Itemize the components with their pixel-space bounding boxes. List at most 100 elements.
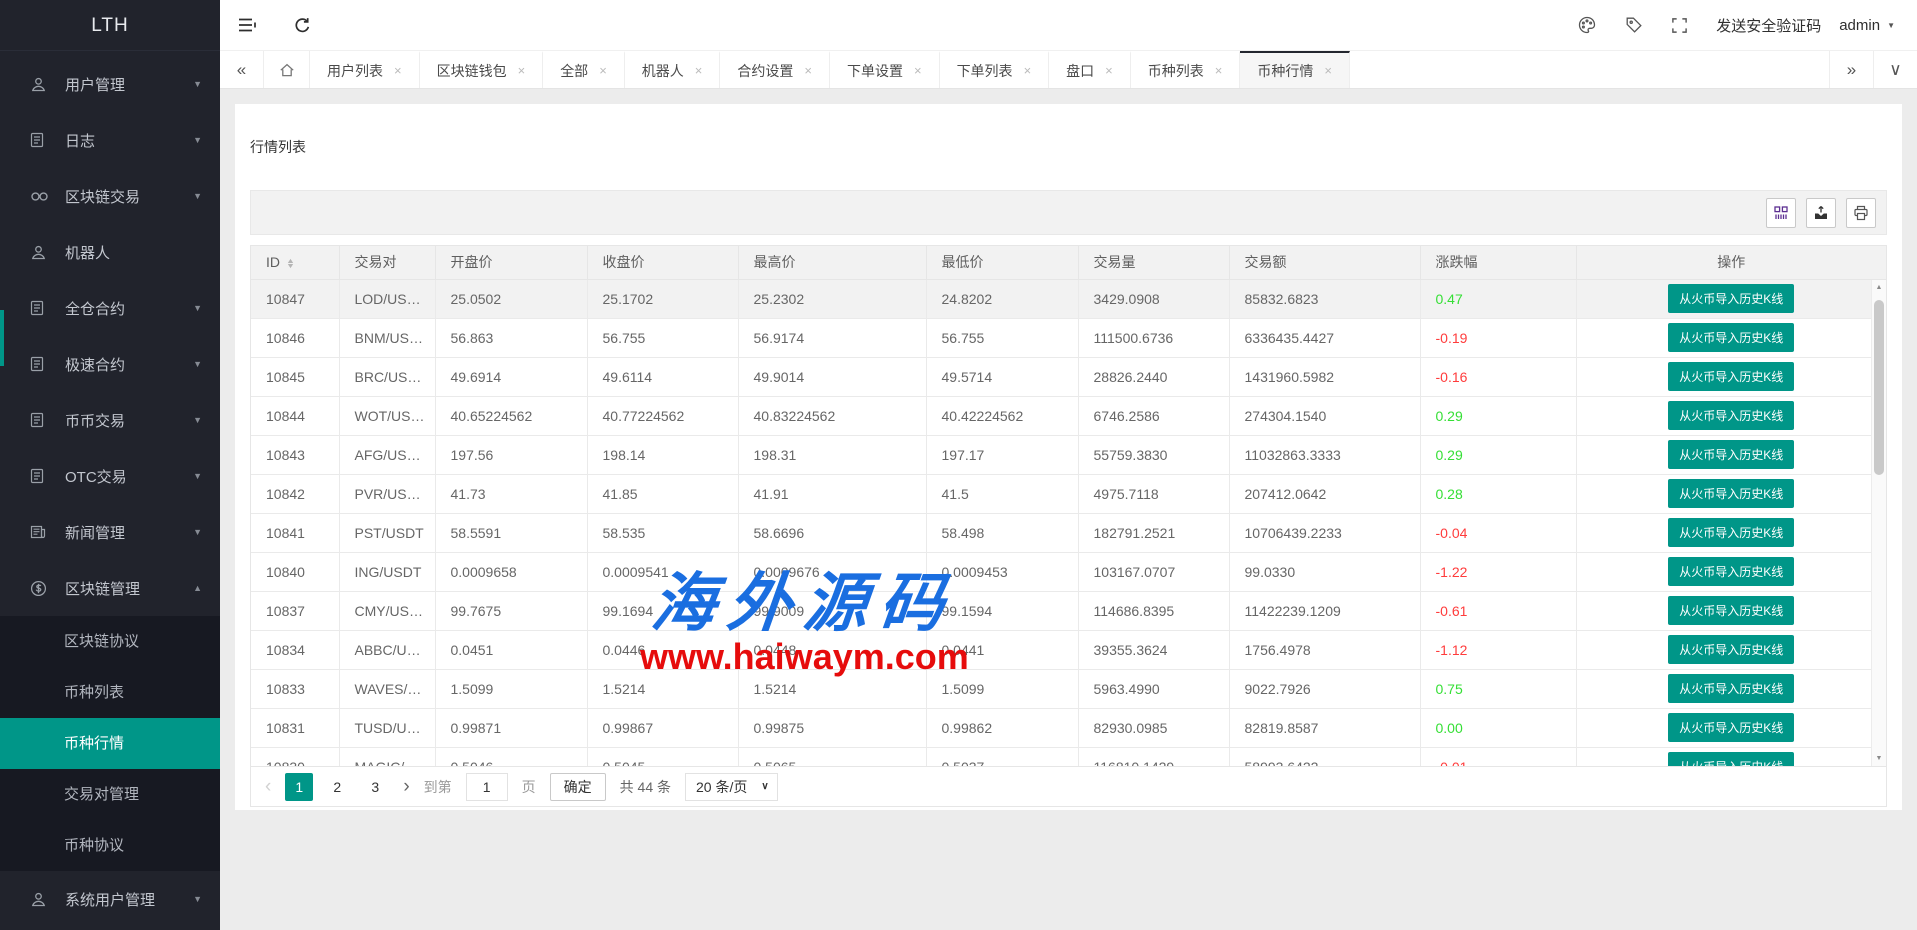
tab-4[interactable]: 合约设置× — [720, 51, 830, 88]
tab-options-icon[interactable]: ∨ — [1873, 51, 1917, 88]
cell-volume: 114686.8395 — [1078, 591, 1229, 630]
scrollbar-thumb[interactable] — [1874, 300, 1884, 475]
import-kline-button[interactable]: 从火币导入历史K线 — [1668, 284, 1794, 313]
refresh-icon[interactable] — [276, 0, 329, 50]
sidebar-item-7[interactable]: OTC交易▼ — [0, 448, 220, 504]
confirm-page-button[interactable]: 确定 — [550, 773, 606, 801]
close-icon[interactable]: × — [394, 63, 402, 78]
import-kline-button[interactable]: 从火币导入历史K线 — [1668, 752, 1794, 766]
sidebar-subitem-9-2[interactable]: 币种行情 — [0, 718, 220, 769]
cell-id: 10847 — [251, 279, 339, 318]
cell-open: 58.5591 — [435, 513, 587, 552]
import-kline-button[interactable]: 从火币导入历史K线 — [1668, 596, 1794, 625]
sidebar-item-4[interactable]: 全仓合约▼ — [0, 280, 220, 336]
import-kline-button[interactable]: 从火币导入历史K线 — [1668, 557, 1794, 586]
per-page-select[interactable]: 20 条/页 ∨ — [685, 773, 778, 801]
chevron-down-icon: ▼ — [193, 79, 202, 89]
tag-icon[interactable] — [1611, 16, 1657, 34]
user-menu[interactable]: admin ▼ — [1839, 17, 1895, 34]
close-icon[interactable]: × — [1324, 63, 1332, 78]
import-kline-button[interactable]: 从火币导入历史K线 — [1668, 635, 1794, 664]
menu-toggle-icon[interactable] — [220, 0, 276, 50]
scroll-tabs-right-icon[interactable]: » — [1829, 51, 1873, 88]
cell-amount: 10706439.2233 — [1229, 513, 1420, 552]
cell-close: 198.14 — [587, 435, 738, 474]
sidebar-item-1[interactable]: 日志▼ — [0, 112, 220, 168]
sidebar-subitem-9-3[interactable]: 交易对管理 — [0, 769, 220, 820]
sidebar-item-8[interactable]: 新闻管理▼ — [0, 504, 220, 560]
table-header-row: ID▲▼交易对开盘价收盘价最高价最低价交易量交易额涨跌幅操作 — [251, 246, 1886, 279]
cell-amount: 11032863.3333 — [1229, 435, 1420, 474]
file-icon — [30, 300, 52, 316]
import-kline-button[interactable]: 从火币导入历史K线 — [1668, 713, 1794, 742]
cell-action: 从火币导入历史K线 — [1576, 357, 1886, 396]
tab-2[interactable]: 全部× — [543, 51, 625, 88]
page-number-3[interactable]: 3 — [361, 773, 389, 801]
tab-7[interactable]: 盘口× — [1049, 51, 1131, 88]
column-header-0[interactable]: ID▲▼ — [251, 246, 339, 279]
import-kline-button[interactable]: 从火币导入历史K线 — [1668, 323, 1794, 352]
sidebar-item-10[interactable]: 系统用户管理▼ — [0, 871, 220, 927]
page-number-1[interactable]: 1 — [285, 773, 313, 801]
send-security-code-button[interactable]: 发送安全验证码 — [1716, 15, 1821, 36]
close-icon[interactable]: × — [1024, 63, 1032, 78]
close-icon[interactable]: × — [599, 63, 607, 78]
close-icon[interactable]: × — [518, 63, 526, 78]
print-button[interactable] — [1846, 198, 1876, 228]
cell-close: 1.5214 — [587, 669, 738, 708]
cell-volume: 116810.1429 — [1078, 747, 1229, 766]
import-kline-button[interactable]: 从火币导入历史K线 — [1668, 362, 1794, 391]
chevron-down-icon: ▼ — [193, 191, 202, 201]
page-number-2[interactable]: 2 — [323, 773, 351, 801]
cell-high: 56.9174 — [738, 318, 926, 357]
tab-3[interactable]: 机器人× — [625, 51, 721, 88]
next-page-icon[interactable]: › — [403, 777, 409, 796]
import-kline-button[interactable]: 从火币导入历史K线 — [1668, 401, 1794, 430]
sidebar-item-label: 区块链管理 — [65, 578, 140, 599]
sidebar-item-2[interactable]: 区块链交易▼ — [0, 168, 220, 224]
sidebar-scrollbar-thumb[interactable] — [0, 310, 4, 366]
tab-0[interactable]: 用户列表× — [310, 51, 420, 88]
sidebar-item-9[interactable]: 区块链管理▲ — [0, 560, 220, 616]
tab-9[interactable]: 币种行情× — [1240, 51, 1350, 88]
user-icon — [30, 76, 52, 93]
scroll-down-icon[interactable]: ▼ — [1872, 751, 1886, 766]
close-icon[interactable]: × — [1215, 63, 1223, 78]
scroll-up-icon[interactable]: ▲ — [1872, 280, 1886, 295]
table-scrollbar[interactable]: ▲ ▼ — [1871, 280, 1886, 766]
sidebar-subitem-9-4[interactable]: 币种协议 — [0, 820, 220, 871]
sidebar-menu: 用户管理▼日志▼区块链交易▼机器人全仓合约▼极速合约▼币币交易▼OTC交易▼新闻… — [0, 56, 220, 927]
export-button[interactable] — [1806, 198, 1836, 228]
fullscreen-icon[interactable] — [1657, 17, 1702, 34]
tab-5[interactable]: 下单设置× — [830, 51, 940, 88]
close-icon[interactable]: × — [1105, 63, 1113, 78]
cell-action: 从火币导入历史K线 — [1576, 591, 1886, 630]
filter-columns-button[interactable] — [1766, 198, 1796, 228]
sidebar-subitem-9-0[interactable]: 区块链协议 — [0, 616, 220, 667]
prev-page-icon[interactable]: ‹ — [265, 777, 271, 796]
tab-1[interactable]: 区块链钱包× — [420, 51, 544, 88]
tab-8[interactable]: 币种列表× — [1131, 51, 1241, 88]
sidebar-item-6[interactable]: 币币交易▼ — [0, 392, 220, 448]
import-kline-button[interactable]: 从火币导入历史K线 — [1668, 674, 1794, 703]
sidebar-item-5[interactable]: 极速合约▼ — [0, 336, 220, 392]
theme-palette-icon[interactable] — [1563, 15, 1611, 35]
close-icon[interactable]: × — [695, 63, 703, 78]
tab-6[interactable]: 下单列表× — [940, 51, 1050, 88]
home-tab[interactable] — [264, 51, 310, 88]
import-kline-button[interactable]: 从火币导入历史K线 — [1668, 440, 1794, 469]
sidebar-subitem-9-1[interactable]: 币种列表 — [0, 667, 220, 718]
close-icon[interactable]: × — [914, 63, 922, 78]
table-row: 10842PVR/US…41.7341.8541.9141.54975.7118… — [251, 474, 1886, 513]
close-icon[interactable]: × — [804, 63, 812, 78]
news-icon — [30, 524, 52, 540]
cell-amount: 85832.6823 — [1229, 279, 1420, 318]
import-kline-button[interactable]: 从火币导入历史K线 — [1668, 479, 1794, 508]
sidebar-item-0[interactable]: 用户管理▼ — [0, 56, 220, 112]
sort-icon[interactable]: ▲▼ — [287, 259, 294, 269]
import-kline-button[interactable]: 从火币导入历史K线 — [1668, 518, 1794, 547]
sidebar-item-3[interactable]: 机器人 — [0, 224, 220, 280]
column-header-5: 最低价 — [926, 246, 1078, 279]
scroll-tabs-left-icon[interactable]: « — [220, 51, 264, 88]
goto-page-input[interactable] — [466, 773, 508, 801]
